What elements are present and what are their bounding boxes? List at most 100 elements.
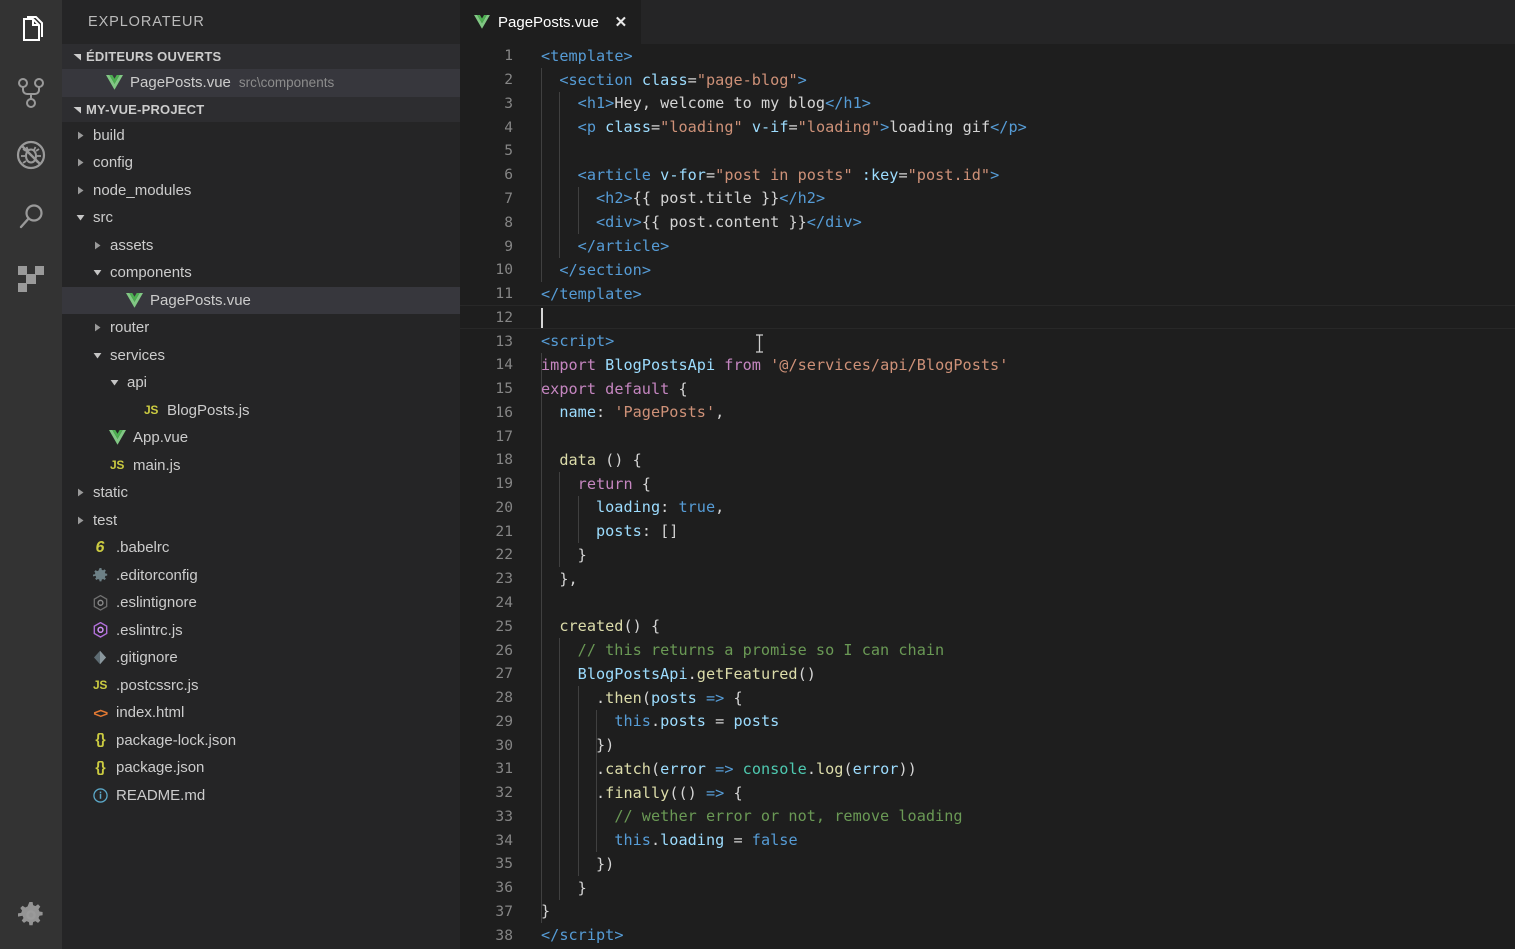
close-icon[interactable]: ✕: [612, 13, 630, 31]
source-control-icon: [16, 77, 46, 109]
code-token: >: [990, 166, 999, 184]
section-header-project[interactable]: MY-VUE-PROJECT: [62, 97, 460, 122]
tree-item-components[interactable]: components: [62, 259, 460, 287]
code-content[interactable]: 1<template>2 <section class="page-blog">…: [460, 44, 1515, 949]
line-number: 3: [460, 95, 513, 112]
line-text: import BlogPostsApi from '@/services/api…: [513, 356, 1008, 374]
tree-item-label: .eslintignore: [116, 594, 197, 611]
tree-item-package-json[interactable]: {}package.json: [62, 754, 460, 782]
tree-item-babelrc[interactable]: 6 .babelrc: [62, 534, 460, 562]
section-label-project: MY-VUE-PROJECT: [86, 97, 204, 122]
babel-file-icon: 6: [89, 539, 111, 557]
line-text: <section class="page-blog">: [513, 71, 807, 89]
code-token: export: [541, 380, 596, 398]
code-token: ,: [715, 403, 724, 421]
code-token: loading: [596, 498, 660, 516]
code-token: [853, 166, 862, 184]
code-line: 17: [460, 424, 1515, 448]
code-token: getFeatured: [697, 665, 798, 683]
code-token: return: [578, 475, 633, 493]
line-number: 29: [460, 713, 513, 730]
open-editor-item[interactable]: PagePosts.vue src\components: [62, 69, 460, 97]
line-number: 16: [460, 404, 513, 421]
activity-bar-item-source-control[interactable]: [0, 62, 62, 124]
tree-item-readme-md[interactable]: README.md: [62, 782, 460, 810]
tree-item-label: BlogPosts.js: [167, 402, 250, 419]
tree-item-config[interactable]: config: [62, 149, 460, 177]
tree-item-label: test: [93, 512, 117, 529]
tree-item-blogposts-js[interactable]: JSBlogPosts.js: [62, 397, 460, 425]
explorer-sidebar: EXPLORATEUR ÉDITEURS OUVERTS PagePosts.v…: [62, 0, 460, 949]
tree-item-node-modules[interactable]: node_modules: [62, 177, 460, 205]
code-token: "page-blog": [697, 71, 798, 89]
tree-item-src[interactable]: src: [62, 204, 460, 232]
json-file-icon: {}: [89, 732, 111, 748]
code-line: 2 <section class="page-blog">: [460, 68, 1515, 92]
line-text: created() {: [513, 617, 660, 635]
code-token: >: [642, 261, 651, 279]
code-line: 35 }): [460, 852, 1515, 876]
code-token: }): [541, 736, 614, 754]
tree-item-package-lock-json[interactable]: {}package-lock.json: [62, 727, 460, 755]
code-token: {{ post.title }}: [633, 189, 780, 207]
code-token: [596, 118, 605, 136]
code-token: [761, 356, 770, 374]
code-token: class: [605, 118, 651, 136]
tree-item-services[interactable]: services: [62, 342, 460, 370]
tree-item-main-js[interactable]: JSmain.js: [62, 452, 460, 480]
tree-item-app-vue[interactable]: App.vue: [62, 424, 460, 452]
line-number: 31: [460, 760, 513, 777]
code-token: </: [990, 118, 1008, 136]
activity-bar-item-explorer[interactable]: [0, 0, 62, 62]
code-token: [541, 712, 614, 730]
code-token: true: [678, 498, 715, 516]
code-token: </: [779, 189, 797, 207]
js-file-icon: JS: [89, 678, 111, 692]
tree-item-router[interactable]: router: [62, 314, 460, 342]
code-token: <: [541, 94, 587, 112]
js-file-icon: JS: [106, 458, 128, 472]
code-token: =: [706, 166, 715, 184]
code-token: this: [614, 712, 651, 730]
code-token: loading gif: [889, 118, 990, 136]
code-line: 33 // wether error or not, remove loadin…: [460, 805, 1515, 829]
tree-item-static[interactable]: static: [62, 479, 460, 507]
tree-item-label: .babelrc: [116, 539, 169, 556]
line-number: 18: [460, 451, 513, 468]
section-header-open-editors[interactable]: ÉDITEURS OUVERTS: [62, 44, 460, 69]
line-text: return {: [513, 475, 651, 493]
line-text: data () {: [513, 451, 642, 469]
activity-bar-item-extensions[interactable]: [0, 248, 62, 310]
line-number: 23: [460, 570, 513, 587]
code-token: {: [633, 475, 651, 493]
tree-item-postcssrc-js[interactable]: JS.postcssrc.js: [62, 672, 460, 700]
code-line: 6 <article v-for="post in posts" :key="p…: [460, 163, 1515, 187]
vscode-window: EXPLORATEUR ÉDITEURS OUVERTS PagePosts.v…: [0, 0, 1515, 949]
code-token: "loading": [798, 118, 880, 136]
tree-item-build[interactable]: build: [62, 122, 460, 150]
activity-bar-item-search[interactable]: [0, 186, 62, 248]
code-line: 38</script>: [460, 923, 1515, 947]
tree-item-eslintrc-js[interactable]: .eslintrc.js: [62, 617, 460, 645]
tree-item-api[interactable]: api: [62, 369, 460, 397]
tree-item-editorconfig[interactable]: .editorconfig: [62, 562, 460, 590]
tree-item-gitignore[interactable]: .gitignore: [62, 644, 460, 672]
tree-item-pageposts-vue[interactable]: PagePosts.vue: [62, 287, 460, 315]
code-token: // wether error or not, remove loading: [614, 807, 962, 825]
tree-item-label: .gitignore: [116, 649, 178, 666]
tree-item-eslintignore[interactable]: .eslintignore: [62, 589, 460, 617]
code-lines: 1<template>2 <section class="page-blog">…: [460, 44, 1515, 947]
code-token: .: [541, 784, 605, 802]
line-number: 30: [460, 737, 513, 754]
code-token: created: [559, 617, 623, 635]
tree-item-index-html[interactable]: <>index.html: [62, 699, 460, 727]
code-token: then: [605, 689, 642, 707]
chevron-right-icon: [72, 131, 89, 140]
tree-item-assets[interactable]: assets: [62, 232, 460, 260]
activity-bar-item-settings[interactable]: [0, 884, 62, 946]
code-token: v-for: [660, 166, 706, 184]
tree-item-test[interactable]: test: [62, 507, 460, 535]
code-token: =: [724, 831, 752, 849]
tab-pageposts-vue[interactable]: PagePosts.vue ✕: [460, 0, 641, 44]
activity-bar-item-debug[interactable]: [0, 124, 62, 186]
